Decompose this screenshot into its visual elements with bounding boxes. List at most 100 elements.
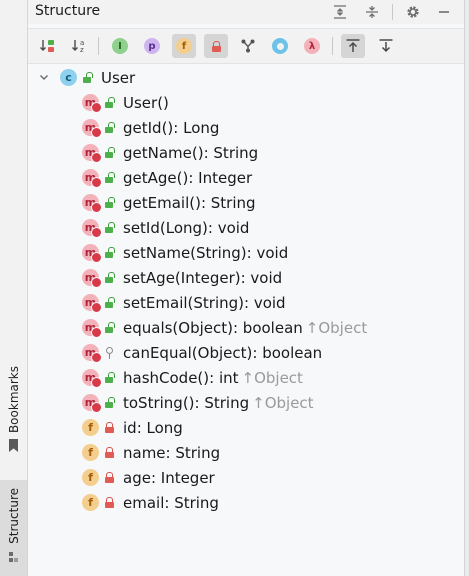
method-icon: m: [82, 344, 102, 363]
method-icon: m: [82, 219, 102, 238]
expand-all-icon[interactable]: [330, 2, 350, 22]
method-signature: getId(): Long: [123, 118, 220, 137]
public-icon: [104, 221, 115, 234]
public-icon: [104, 271, 115, 284]
tree-item-method[interactable]: m getId(): Long: [82, 115, 219, 140]
sort-alphabetically-button[interactable]: a z: [67, 34, 91, 58]
method-icon: m: [82, 269, 102, 288]
sort-by-visibility-icon: [40, 40, 54, 52]
method-icon: m: [82, 169, 102, 188]
chevron-down-icon[interactable]: [37, 70, 51, 84]
method-signature: setAge(Integer): void: [123, 268, 283, 287]
method-icon: m: [82, 119, 102, 138]
tree-item-method[interactable]: m canEqual(Object): boolean: [82, 340, 322, 365]
method-signature: getName(): String: [123, 143, 259, 162]
minimize-icon[interactable]: [434, 2, 454, 22]
field-signature: name: String: [123, 443, 221, 462]
method-signature: hashCode(): int: [123, 368, 239, 387]
method-signature: setName(String): void: [123, 243, 289, 262]
public-icon: [104, 121, 115, 134]
autoscroll-from-source-button[interactable]: [374, 34, 398, 58]
class-icon: c: [60, 69, 77, 86]
method-signature: setId(Long): void: [123, 218, 250, 237]
tree-item-method[interactable]: m setId(Long): void: [82, 215, 249, 240]
sort-by-visibility-button[interactable]: [35, 34, 59, 58]
panel-header: Structure: [28, 0, 464, 24]
show-fields-button[interactable]: f: [172, 34, 196, 58]
autoscroll-to-source-icon: [346, 39, 360, 52]
structure-tab-label: Structure: [6, 488, 21, 544]
show-anonymous-button[interactable]: [236, 34, 260, 58]
method-signature: toString(): String: [123, 393, 250, 412]
public-icon: [104, 296, 115, 309]
show-non-public-button[interactable]: [204, 34, 228, 58]
structure-toolbar: a z I p f λ: [28, 28, 464, 64]
lock-icon: [211, 40, 221, 52]
panel-edge: [464, 0, 469, 576]
class-name: User: [101, 68, 136, 87]
method-icon: m: [82, 369, 102, 388]
inherited-from-label: ↑Object: [241, 368, 303, 387]
tree-item-method[interactable]: m setEmail(String): void: [82, 290, 286, 315]
tree-item-field[interactable]: f email: String: [82, 490, 219, 515]
public-icon: [104, 321, 115, 334]
panel-title: Structure: [35, 3, 101, 19]
properties-icon: p: [144, 38, 160, 54]
show-interfaces-button[interactable]: [268, 34, 292, 58]
inherited-from-label: ↑Object: [305, 318, 368, 337]
tree-item-method[interactable]: m setName(String): void: [82, 240, 288, 265]
svg-text:z: z: [80, 46, 84, 54]
method-icon: m: [82, 319, 102, 338]
structure-icon: [8, 551, 19, 562]
field-signature: email: String: [123, 493, 219, 512]
collapse-all-icon[interactable]: [362, 2, 382, 22]
show-properties-button[interactable]: p: [140, 34, 164, 58]
public-icon: [104, 371, 115, 384]
method-icon: m: [82, 94, 102, 113]
public-icon: [104, 171, 115, 184]
public-icon: [104, 96, 115, 109]
show-lambdas-button[interactable]: λ: [300, 34, 324, 58]
lock-icon: [104, 496, 114, 509]
tree-item-method[interactable]: m setAge(Integer): void: [82, 265, 282, 290]
bookmarks-tab-label: Bookmarks: [6, 366, 21, 434]
inherited-icon: I: [112, 38, 128, 54]
tree-item-method[interactable]: m equals(Object): boolean ↑Object: [82, 315, 367, 340]
field-icon: f: [176, 38, 192, 54]
toolbar-separator: [98, 37, 99, 55]
autoscroll-from-source-icon: [379, 39, 393, 53]
field-icon: f: [82, 419, 99, 436]
tree-item-field[interactable]: f age: Integer: [82, 465, 215, 490]
tree-item-method[interactable]: m getEmail(): String: [82, 190, 256, 215]
autoscroll-to-source-button[interactable]: [341, 34, 365, 58]
method-signature: User(): [123, 93, 169, 112]
sort-alphabetically-icon: a z: [72, 39, 84, 54]
public-icon: [82, 71, 93, 84]
field-icon: f: [82, 469, 99, 486]
lock-icon: [104, 471, 114, 484]
tree-item-method[interactable]: m User(): [82, 90, 169, 115]
public-icon: [104, 246, 115, 259]
field-signature: id: Long: [123, 418, 183, 437]
anonymous-class-icon: [241, 39, 255, 53]
bookmark-icon: [9, 439, 18, 453]
method-icon: m: [82, 194, 102, 213]
tree-item-field[interactable]: f id: Long: [82, 415, 183, 440]
toolbar-separator: [332, 37, 333, 55]
tree-root-user[interactable]: c User: [28, 65, 464, 90]
show-inherited-button[interactable]: I: [108, 34, 132, 58]
method-signature: getAge(): Integer: [123, 168, 253, 187]
tree-item-method[interactable]: m getAge(): Integer: [82, 165, 252, 190]
tool-window-strip: Bookmarks Structure: [0, 0, 28, 576]
tree-item-method[interactable]: m toString(): String ↑Object: [82, 390, 314, 415]
gear-icon[interactable]: [403, 2, 423, 22]
structure-tab[interactable]: Structure: [0, 480, 27, 576]
tree-item-method[interactable]: m getName(): String: [82, 140, 258, 165]
public-icon: [104, 396, 115, 409]
field-signature: age: Integer: [123, 468, 215, 487]
tree-item-field[interactable]: f name: String: [82, 440, 220, 465]
method-icon: m: [82, 144, 102, 163]
bookmarks-tab[interactable]: Bookmarks: [0, 366, 27, 466]
lock-icon: [104, 446, 114, 459]
tree-item-method[interactable]: m hashCode(): int ↑Object: [82, 365, 303, 390]
